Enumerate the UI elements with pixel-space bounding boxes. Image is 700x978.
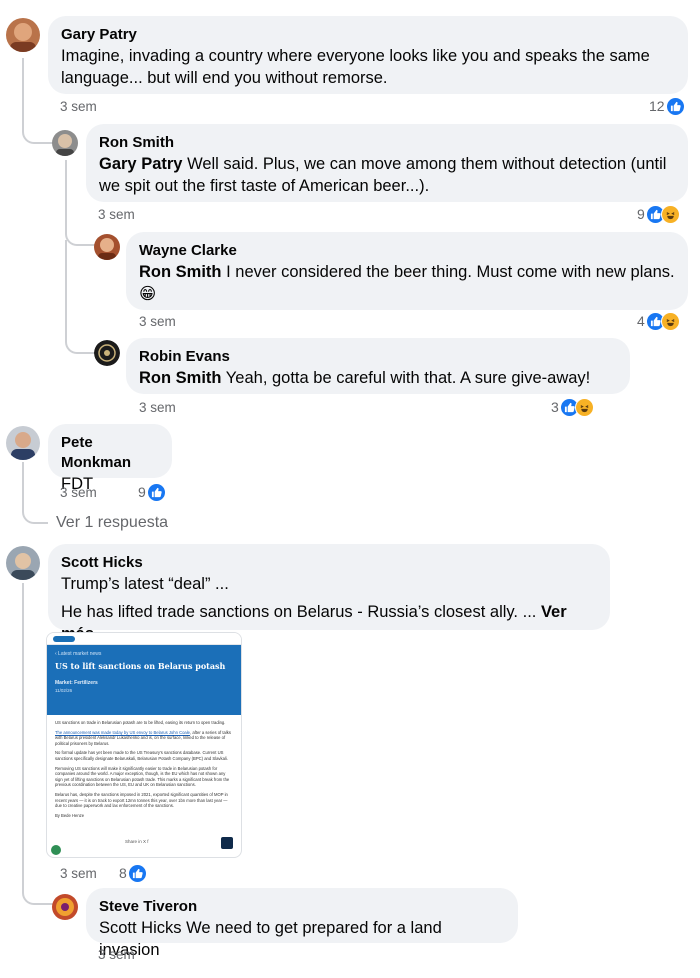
card-nav <box>47 633 241 645</box>
card-date: 11/02/26 <box>55 688 73 693</box>
reaction-summary[interactable]: 9 <box>637 204 680 224</box>
mention-tag[interactable]: Scott Hicks <box>99 919 182 937</box>
comment-meta: 3 sem <box>98 206 135 224</box>
reaction-count: 4 <box>637 313 645 329</box>
comment-text-rest: Well said. Plus, we can move among them … <box>187 155 667 173</box>
avatar[interactable] <box>6 426 40 460</box>
card-body: US sanctions on trade in Belarusian pota… <box>47 715 241 827</box>
haha-icon <box>660 204 680 224</box>
comment-time[interactable]: 3 sem <box>98 207 135 222</box>
comment-text: Imagine, invading a country where everyo… <box>61 47 650 65</box>
avatar[interactable] <box>52 130 78 156</box>
comment-text: language... but will end you without rem… <box>61 69 388 87</box>
comment-meta: 3 sem <box>60 484 97 502</box>
reaction-count: 8 <box>119 865 127 881</box>
comment-author[interactable]: Pete Monkman <box>61 433 159 473</box>
comment-text: Ron Smith Yeah, gotta be careful with th… <box>139 367 617 389</box>
comment-text: Trump’s latest “deal” ... <box>61 575 229 593</box>
card-breadcrumb: ‹ Latest market news <box>55 651 102 657</box>
like-icon <box>127 863 147 883</box>
card-footer: Share in X f <box>47 837 241 851</box>
comment-time[interactable]: 3 sem <box>60 99 97 114</box>
haha-icon <box>574 397 594 417</box>
view-replies-link[interactable]: Ver 1 respuesta <box>56 513 168 533</box>
avatar[interactable] <box>6 18 40 52</box>
card-paragraph: No formal update has yet been made to th… <box>55 750 228 761</box>
card-paragraph: US sanctions on trade in Belarusian pota… <box>55 720 226 725</box>
reaction-count: 3 <box>551 399 559 415</box>
reaction-summary[interactable]: 4 <box>637 311 680 331</box>
comment-time[interactable]: 3 sem <box>98 947 135 962</box>
comment-bubble: Robin Evans Ron Smith Yeah, gotta be car… <box>126 338 630 394</box>
comment-author[interactable]: Scott Hicks <box>61 553 597 573</box>
comment-meta: 3 sem <box>139 399 176 417</box>
comment-text-rest: He has lifted trade sanctions on Belarus… <box>61 603 537 621</box>
avatar[interactable] <box>52 894 78 920</box>
card-share-links: Share in X f <box>125 839 149 844</box>
card-hero: ‹ Latest market news US to lift sanction… <box>47 645 241 715</box>
like-icon <box>146 482 166 502</box>
comment-author[interactable]: Ron Smith <box>99 133 675 153</box>
avatar[interactable] <box>94 234 120 260</box>
comment-author[interactable]: Robin Evans <box>139 347 617 367</box>
avatar[interactable] <box>6 546 40 580</box>
like-icon <box>665 96 685 116</box>
corner-icon <box>51 845 61 855</box>
card-market: Market: Fertilizers <box>55 680 98 686</box>
chat-icon <box>221 837 233 849</box>
comment-time[interactable]: 3 sem <box>139 400 176 415</box>
comment-bubble: Gary Patry Imagine, invading a country w… <box>48 16 688 94</box>
comment-time[interactable]: 3 sem <box>139 314 176 329</box>
grin-emoji: 😁 <box>139 284 157 303</box>
comment-meta: 3 sem <box>60 98 97 116</box>
comment-text: Scott Hicks We need to get prepared for … <box>99 917 505 961</box>
card-byline: By Bede Henze <box>55 812 85 818</box>
mention-tag[interactable]: Ron Smith <box>139 369 222 387</box>
comment-time[interactable]: 3 sem <box>60 866 97 881</box>
comment-bubble: Scott Hicks Trump’s latest “deal” ... He… <box>48 544 610 643</box>
comment-author[interactable]: Wayne Clarke <box>139 241 675 261</box>
comment-text: Ron Smith I never considered the beer th… <box>139 261 675 283</box>
comment-meta: 3 sem <box>60 865 97 883</box>
card-paragraph: The announcement was made today by US en… <box>55 730 233 747</box>
comment-bubble: Wayne Clarke Ron Smith I never considere… <box>126 232 688 310</box>
comment-bubble: Pete Monkman FDT <box>48 424 172 493</box>
comment-text-rest: I never considered the beer thing. Must … <box>226 263 675 281</box>
card-headline: US to lift sanctions on Belarus potash <box>55 661 226 671</box>
comment-text-rest: Yeah, gotta be careful with that. A sure… <box>225 369 591 387</box>
thread-line-ron-2 <box>65 240 97 354</box>
comment-meta: 3 sem <box>139 313 176 331</box>
comment-text: we spit out the first taste of American … <box>99 177 430 195</box>
reaction-count: 9 <box>637 206 645 222</box>
comment-author[interactable]: Steve Tiveron <box>99 897 505 917</box>
reaction-summary[interactable]: 12 <box>649 96 685 116</box>
reaction-summary[interactable]: 9 <box>138 482 166 502</box>
reaction-summary[interactable]: 8 <box>119 863 147 883</box>
avatar[interactable] <box>94 340 120 366</box>
comment-bubble: Steve Tiveron Scott Hicks We need to get… <box>86 888 518 959</box>
attachment-image[interactable]: ‹ Latest market news US to lift sanction… <box>46 632 242 858</box>
card-link: The announcement was made today by US en… <box>55 729 191 735</box>
site-logo <box>53 636 75 642</box>
reaction-count: 12 <box>649 98 665 114</box>
mention-tag[interactable]: Ron Smith <box>139 263 222 281</box>
comment-meta: 3 sem <box>98 946 135 964</box>
haha-icon <box>660 311 680 331</box>
comment-author[interactable]: Gary Patry <box>61 25 675 45</box>
card-paragraph: Removing US sanctions will make it signi… <box>55 765 230 788</box>
reaction-count: 9 <box>138 484 146 500</box>
thread-line-pete <box>22 462 48 524</box>
reaction-summary[interactable]: 3 <box>551 397 594 417</box>
card-paragraph: Belarus has, despite the sanctions impos… <box>55 791 228 809</box>
mention-tag[interactable]: Gary Patry <box>99 155 182 173</box>
comment-bubble: Ron Smith Gary Patry Well said. Plus, we… <box>86 124 688 202</box>
comment-time[interactable]: 3 sem <box>60 485 97 500</box>
comment-text: Gary Patry Well said. Plus, we can move … <box>99 153 675 175</box>
